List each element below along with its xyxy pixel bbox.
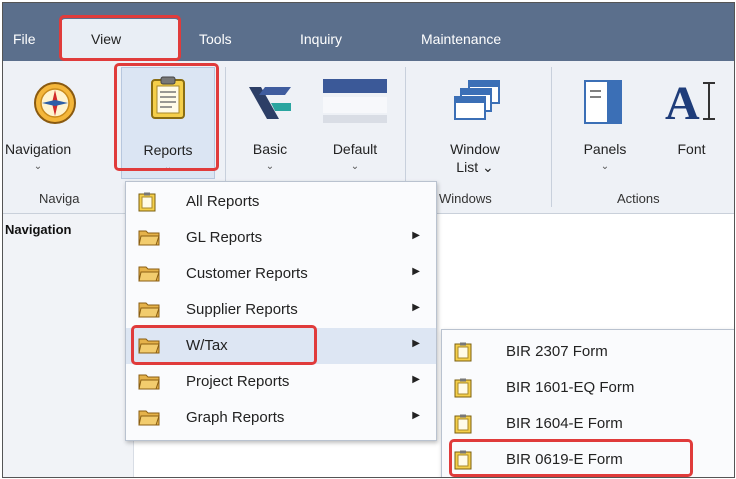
menu-item-bir-1604-e[interactable]: BIR 1604-E Form xyxy=(442,406,734,442)
menu-item-supplier-reports[interactable]: Supplier Reports ▶ xyxy=(126,292,436,328)
window-list-label-line1: Window xyxy=(450,141,500,157)
basic-button[interactable]: Basic ⌄ xyxy=(235,67,305,177)
app-window: File View Tools Inquiry Maintenance Navi… xyxy=(2,2,735,478)
folder-icon xyxy=(138,228,160,246)
font-icon: A xyxy=(663,75,723,130)
chevron-down-icon: ⌄ xyxy=(265,161,275,172)
menu-item-label: BIR 2307 Form xyxy=(506,343,608,360)
window-list-label-line2: List ⌄ xyxy=(456,159,494,175)
submenu-arrow-icon: ▶ xyxy=(412,374,420,385)
wtax-highlight xyxy=(131,325,317,365)
compass-icon xyxy=(33,81,77,125)
report-icon xyxy=(454,342,474,362)
menu-item-label: GL Reports xyxy=(186,229,263,246)
navigation-panel-title: Navigation xyxy=(5,222,72,237)
menu-item-graph-reports[interactable]: Graph Reports ▶ xyxy=(126,400,436,436)
panels-button[interactable]: Panels ⌄ xyxy=(569,67,641,177)
menu-tools[interactable]: Tools xyxy=(199,31,232,47)
menu-item-label: All Reports xyxy=(186,193,260,210)
default-button-label: Default xyxy=(332,141,378,157)
panels-button-label: Panels xyxy=(583,141,627,157)
menu-maintenance[interactable]: Maintenance xyxy=(421,31,501,47)
menu-item-label: BIR 1604-E Form xyxy=(506,415,623,432)
menu-file[interactable]: File xyxy=(13,31,36,47)
report-icon xyxy=(138,192,158,212)
style-icon xyxy=(245,81,295,125)
layout-icon xyxy=(321,75,389,125)
reports-menu: All Reports GL Reports ▶ Customer Report… xyxy=(125,181,437,441)
chevron-down-icon: ⌄ xyxy=(33,161,43,172)
view-tab-highlight xyxy=(59,15,181,61)
submenu-arrow-icon: ▶ xyxy=(412,302,420,313)
group-label-navigation: Naviga xyxy=(39,191,80,206)
reports-button-highlight xyxy=(114,63,219,171)
default-button[interactable]: Default ⌄ xyxy=(313,67,397,177)
chevron-down-icon: ⌄ xyxy=(600,161,610,172)
font-button[interactable]: A Font xyxy=(649,67,734,177)
menu-item-project-reports[interactable]: Project Reports ▶ xyxy=(126,364,436,400)
menu-inquiry[interactable]: Inquiry xyxy=(300,31,342,47)
group-label-windows: Windows xyxy=(439,191,492,206)
menu-item-bir-2307[interactable]: BIR 2307 Form xyxy=(442,334,734,370)
bir-0619-e-highlight xyxy=(449,439,693,477)
group-label-actions: Actions xyxy=(617,191,660,206)
folder-icon xyxy=(138,264,160,282)
menu-item-bir-1601-eq[interactable]: BIR 1601-EQ Form xyxy=(442,370,734,406)
submenu-arrow-icon: ▶ xyxy=(412,338,420,349)
menu-item-label: BIR 1601-EQ Form xyxy=(506,379,635,396)
menu-item-label: Project Reports xyxy=(186,373,290,390)
window-list-button[interactable]: Window List ⌄ xyxy=(433,67,517,177)
report-icon xyxy=(454,378,474,398)
menu-item-label: Graph Reports xyxy=(186,409,285,426)
windows-icon xyxy=(453,79,501,123)
report-icon xyxy=(454,414,474,434)
submenu-arrow-icon: ▶ xyxy=(412,266,420,277)
folder-icon xyxy=(138,372,160,390)
menu-item-customer-reports[interactable]: Customer Reports ▶ xyxy=(126,256,436,292)
menu-item-label: Customer Reports xyxy=(186,265,308,282)
menu-item-gl-reports[interactable]: GL Reports ▶ xyxy=(126,220,436,256)
chevron-down-icon: ⌄ xyxy=(350,161,360,172)
menu-item-label: Supplier Reports xyxy=(186,301,298,318)
submenu-arrow-icon: ▶ xyxy=(412,410,420,421)
folder-icon xyxy=(138,300,160,318)
submenu-arrow-icon: ▶ xyxy=(412,230,420,241)
navigation-panel: Navigation xyxy=(3,214,134,477)
font-button-label: Font xyxy=(677,141,706,157)
group-separator xyxy=(551,67,552,207)
menu-item-all-reports[interactable]: All Reports xyxy=(126,184,436,220)
basic-button-label: Basic xyxy=(252,141,288,157)
panels-icon xyxy=(583,79,623,125)
navigation-button-label: Navigation xyxy=(5,141,72,157)
svg-text:A: A xyxy=(665,77,700,125)
navigation-button[interactable]: Navigation ⌄ xyxy=(3,67,113,177)
folder-icon xyxy=(138,408,160,426)
